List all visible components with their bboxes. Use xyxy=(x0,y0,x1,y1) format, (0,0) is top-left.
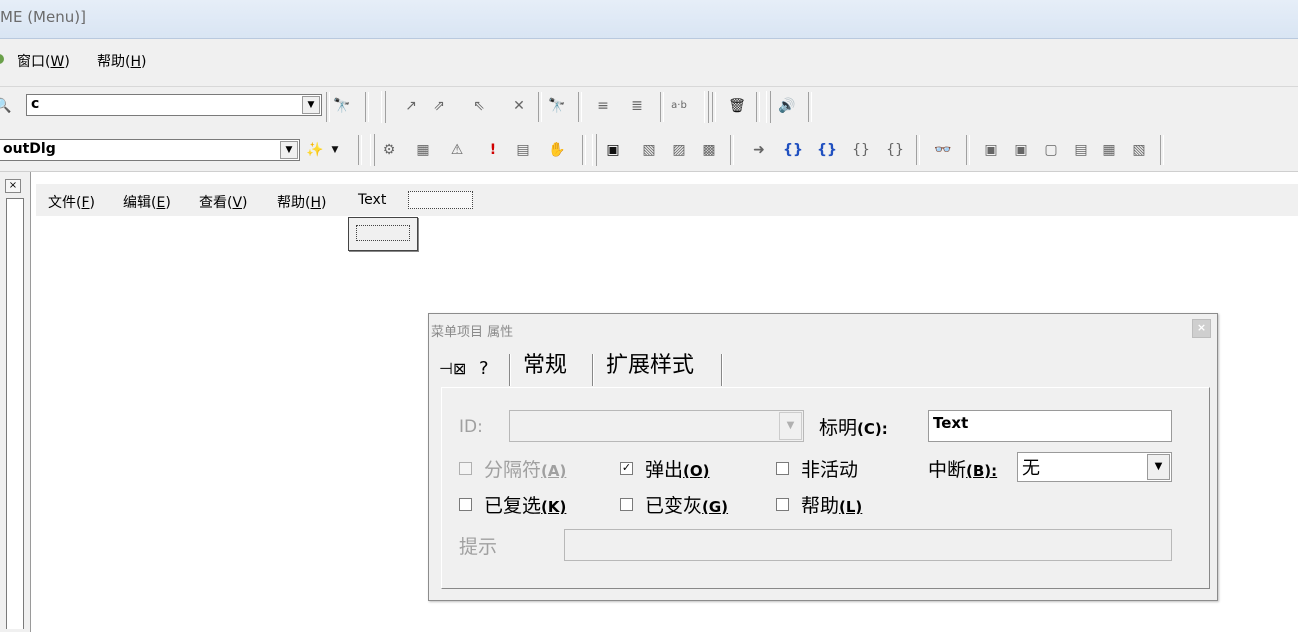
bookmark-clear-icon[interactable]: ✕ xyxy=(508,95,530,117)
call-stack-icon[interactable]: ▦ xyxy=(1098,139,1120,161)
dialog-title: 菜单项目 属性 xyxy=(431,325,514,340)
menu-editor-item-view[interactable]: 查看(V) xyxy=(199,192,248,212)
help-checkbox[interactable] xyxy=(776,498,789,511)
find-combo[interactable]: c ▼ xyxy=(26,94,322,116)
stop-build-icon[interactable]: ⚠ xyxy=(446,139,468,161)
indent-icon[interactable]: ≡ xyxy=(592,95,614,117)
registers-icon[interactable]: ▢ xyxy=(1040,139,1062,161)
menu-editor-item-edit[interactable]: 编辑(E) xyxy=(123,192,171,212)
watch-icon[interactable]: ▣ xyxy=(980,139,1002,161)
hand-icon[interactable]: ✋ xyxy=(546,139,568,161)
new-event-icon[interactable]: ▩ xyxy=(698,139,720,161)
chevron-down-icon[interactable]: ▼ xyxy=(1147,454,1170,480)
bookmark-prev-icon[interactable]: ⇖ xyxy=(468,95,490,117)
new-menu-slot[interactable] xyxy=(408,191,473,209)
pin-icon[interactable]: ⊣⊠ xyxy=(439,359,466,378)
window-title: ME (Menu)] xyxy=(0,8,86,26)
new-member-icon[interactable]: ▨ xyxy=(668,139,690,161)
grayed-label: 已变灰(G) xyxy=(645,495,729,517)
menu-editor-bar: 文件(F) 编辑(E) 查看(V) 帮助(H) Text xyxy=(36,184,1298,216)
delete-icon[interactable]: 🗑 xyxy=(726,95,748,117)
bookmark-toggle-icon[interactable]: ↗ xyxy=(400,95,422,117)
step-into-icon[interactable]: {} xyxy=(782,139,804,161)
app-icon xyxy=(0,54,4,64)
chevron-down-icon[interactable]: ▼ xyxy=(302,96,320,114)
popup-checkbox[interactable]: ✓ xyxy=(620,462,633,475)
workspace-tree[interactable] xyxy=(6,198,24,629)
find-in-files-icon[interactable]: 🔭 xyxy=(331,95,353,117)
help-icon[interactable]: ? xyxy=(479,358,489,379)
step-out-icon[interactable]: {} xyxy=(850,139,872,161)
break-label: 中断(B): xyxy=(928,459,998,481)
break-select[interactable]: 无 ▼ xyxy=(1017,452,1172,482)
prompt-input xyxy=(564,529,1172,561)
popup-label: 弹出(O) xyxy=(645,459,710,481)
whitespace-icon[interactable]: a·b xyxy=(668,95,690,117)
menu-editor-item-help[interactable]: 帮助(H) xyxy=(277,192,326,212)
arrow-right-icon[interactable]: ➜ xyxy=(748,139,770,161)
menu-bar: 窗口(W) 帮助(H) xyxy=(0,39,1298,87)
chevron-down-icon: ▼ xyxy=(779,412,802,440)
help-label: 帮助(L) xyxy=(801,495,863,517)
menu-item-properties-dialog: 菜单项目 属性 × ⊣⊠ ? 常规 扩展样式 ID: ▼ 标明(C): Text… xyxy=(428,313,1218,601)
checked-label: 已复选(K) xyxy=(484,495,567,517)
step-over-icon[interactable]: {} xyxy=(816,139,838,161)
inactive-label: 非活动 xyxy=(801,459,859,481)
outdent-icon[interactable]: ≣ xyxy=(626,95,648,117)
quickwatch-icon[interactable]: 👓 xyxy=(932,139,954,161)
build-icon[interactable]: ▦ xyxy=(412,139,434,161)
bookmark-next-icon[interactable]: ⇗ xyxy=(428,95,450,117)
chevron-down-icon[interactable]: ▼ xyxy=(280,141,298,159)
id-combo: ▼ xyxy=(509,410,804,442)
binoculars-icon[interactable]: 🔭 xyxy=(546,95,568,117)
checked-checkbox[interactable] xyxy=(459,498,472,511)
menu-editor-item-file[interactable]: 文件(F) xyxy=(48,192,95,212)
execute-icon[interactable]: ! xyxy=(482,139,504,161)
toolbar-wizard: outDlg ▼ ✨ ▼ ⚙ ▦ ⚠ ! ▤ ✋ ▣ ▧ ▨ ▩ ➜ {} {}… xyxy=(0,127,1298,172)
id-label: ID: xyxy=(459,417,483,437)
workspace-panel: × xyxy=(0,172,31,632)
inactive-checkbox[interactable] xyxy=(776,462,789,475)
new-submenu-slot[interactable] xyxy=(348,217,418,251)
memory-icon[interactable]: ▤ xyxy=(1070,139,1092,161)
title-bar: ME (Menu)] xyxy=(0,0,1298,39)
menu-window[interactable]: 窗口(W) xyxy=(17,51,70,71)
variables-icon[interactable]: ▣ xyxy=(1010,139,1032,161)
general-tab-panel: ID: ▼ 标明(C): Text 分隔符(A) ✓ 弹出(O) 非活动 中断(… xyxy=(441,387,1210,589)
wizard-dropdown-icon[interactable]: ▼ xyxy=(324,139,346,161)
caption-label: 标明(C): xyxy=(819,417,888,439)
compile-icon[interactable]: ⚙ xyxy=(378,139,400,161)
close-icon[interactable]: × xyxy=(5,179,21,193)
find-icon[interactable]: 🔍 xyxy=(0,95,14,117)
app-wizard-icon[interactable]: ▣ xyxy=(602,139,624,161)
new-class-icon[interactable]: ▧ xyxy=(638,139,660,161)
close-icon[interactable]: × xyxy=(1192,319,1211,338)
toolbar-edit: 🔍 c ▼ 🔭 ↗ ⇗ ⇖ ✕ 🔭 ≡ ≣ a·b 🗑 🔊 xyxy=(0,87,1298,127)
menu-editor-item-text[interactable]: Text xyxy=(358,192,386,208)
tab-extended-styles[interactable]: 扩展样式 xyxy=(606,347,694,385)
class-combo[interactable]: outDlg ▼ xyxy=(0,139,300,161)
separator-label: 分隔符(A) xyxy=(484,459,567,481)
go-icon[interactable]: ▤ xyxy=(512,139,534,161)
tab-general[interactable]: 常规 xyxy=(523,347,567,385)
menu-help[interactable]: 帮助(H) xyxy=(97,51,146,71)
disassembly-icon[interactable]: ▧ xyxy=(1128,139,1150,161)
grayed-checkbox[interactable] xyxy=(620,498,633,511)
speaker-icon[interactable]: 🔊 xyxy=(776,95,798,117)
wizard-icon[interactable]: ✨ xyxy=(304,139,326,161)
separator-checkbox xyxy=(459,462,472,475)
caption-input[interactable]: Text xyxy=(928,410,1172,442)
prompt-label: 提示 xyxy=(459,536,498,558)
dialog-title-bar: 菜单项目 属性 × xyxy=(429,314,1217,344)
run-to-cursor-icon[interactable]: {} xyxy=(884,139,906,161)
